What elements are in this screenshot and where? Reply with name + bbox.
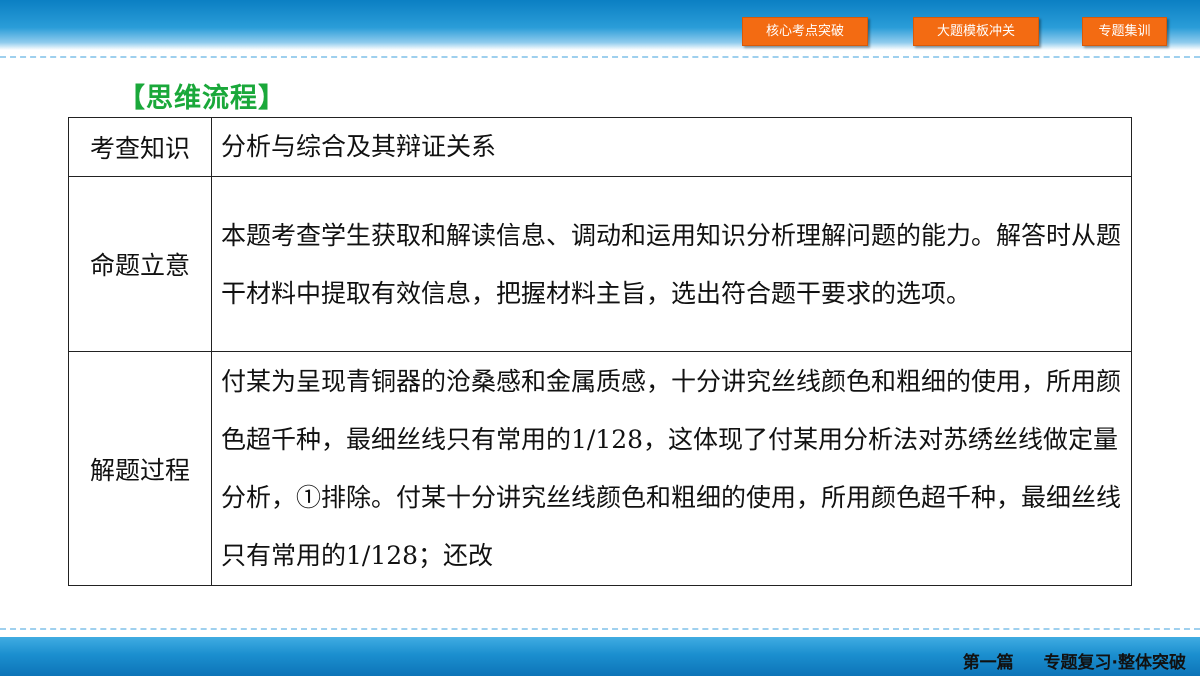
table-row: 命题立意 本题考查学生获取和解读信息、调动和运用知识分析理解问题的能力。解答时从…: [68, 176, 1132, 352]
footer-divider: [0, 628, 1200, 630]
section-title: 【思维流程】: [118, 83, 286, 114]
header-divider: [0, 56, 1200, 58]
row-content: 本题考查学生获取和解读信息、调动和运用知识分析理解问题的能力。解答时从题干材料中…: [211, 176, 1132, 352]
row-label: 考查知识: [68, 117, 212, 177]
footer-caption: 第一篇 专题复习·整体突破: [963, 648, 1186, 673]
row-label: 命题立意: [68, 176, 212, 352]
nav-button-core-points[interactable]: 核心考点突破: [742, 17, 868, 46]
nav-button-templates[interactable]: 大题模板冲关: [913, 17, 1039, 46]
nav-button-training[interactable]: 专题集训: [1082, 17, 1167, 46]
footer-subtitle: 专题复习·整体突破: [1043, 653, 1186, 673]
row-label: 解题过程: [68, 351, 212, 586]
row-content: 分析与综合及其辩证关系: [211, 117, 1132, 177]
table-row: 解题过程 付某为呈现青铜器的沧桑感和金属质感，十分讲究丝线颜色和粗细的使用，所用…: [68, 351, 1132, 586]
table-row: 考查知识 分析与综合及其辩证关系: [68, 117, 1132, 177]
thinking-flow-table: 考查知识 分析与综合及其辩证关系 命题立意 本题考查学生获取和解读信息、调动和运…: [68, 117, 1132, 586]
footer-part: 第一篇: [962, 653, 1014, 673]
row-content: 付某为呈现青铜器的沧桑感和金属质感，十分讲究丝线颜色和粗细的使用，所用颜色超千种…: [211, 351, 1132, 586]
